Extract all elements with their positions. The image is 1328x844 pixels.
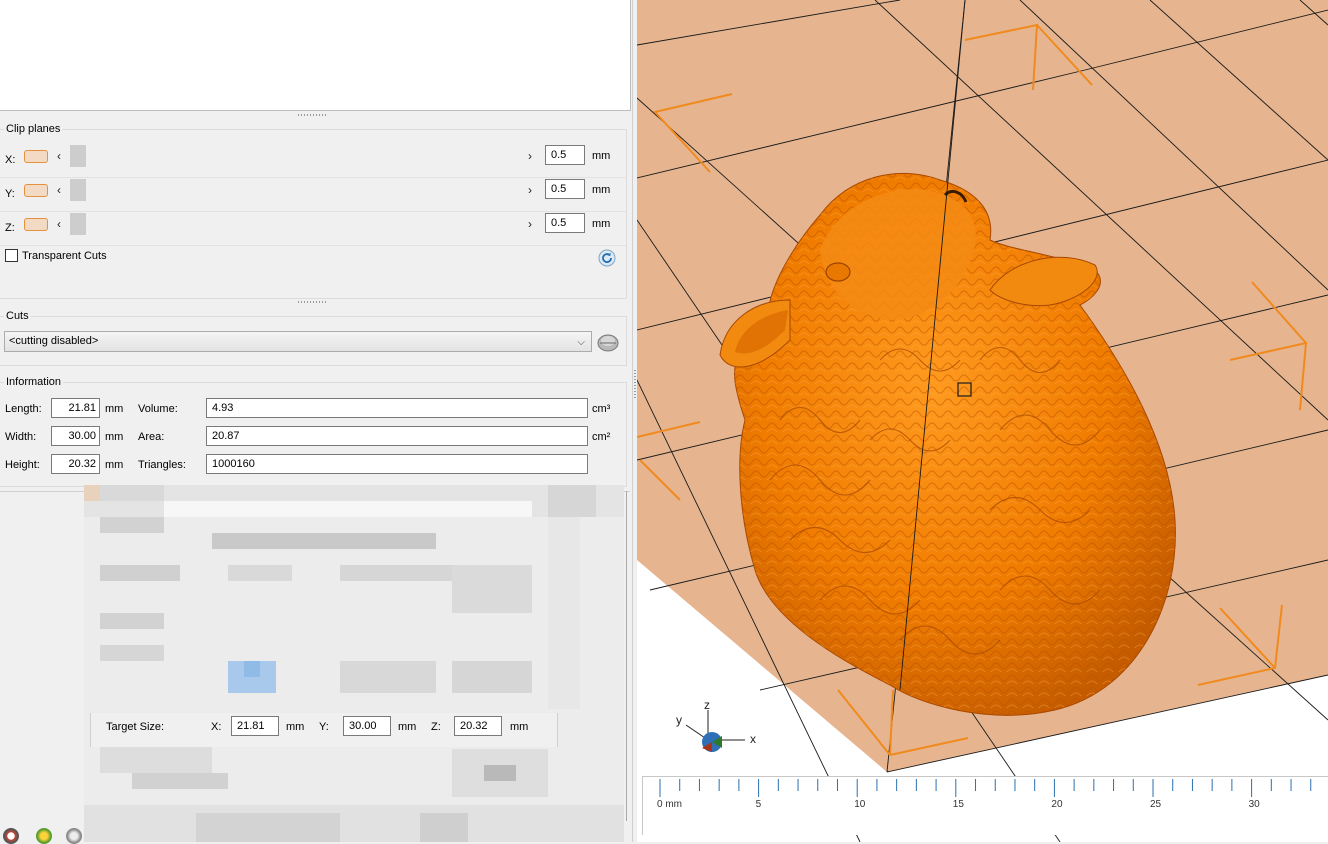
ruler-tick-label: 20: [1051, 799, 1063, 810]
unit-label: mm: [592, 184, 611, 196]
axis-x-label: x: [750, 732, 756, 746]
ruler-tick-label: 30: [1249, 799, 1261, 810]
axis-z-label: z: [704, 698, 710, 712]
width-unit: mm: [105, 431, 124, 443]
clip-planes-title: Clip planes: [4, 123, 63, 135]
area-value: 20.87: [206, 426, 588, 446]
ruler-ticks: 0 mm 5 10 15 20 25 30: [657, 779, 1312, 810]
chevron-down-icon: ⌵: [577, 337, 585, 348]
area-label: Area:: [138, 431, 165, 443]
ruler-tick-label: 25: [1150, 799, 1162, 810]
slider-thumb-z[interactable]: [70, 213, 86, 235]
target-y-label: Y:: [319, 721, 329, 733]
cuts-selected-value: <cutting disabled>: [9, 335, 99, 347]
object-list-area[interactable]: [0, 0, 631, 111]
volume-unit: cm³: [592, 403, 611, 415]
cut-tool-icon[interactable]: [596, 330, 620, 354]
clip-axis-label: X:: [5, 154, 16, 166]
cuts-title: Cuts: [4, 310, 31, 322]
left-panel: Clip planes X: ‹ › 0.5 mm Y: ‹ › 0.5 mm …: [0, 0, 632, 844]
axes-gizmo: x z y: [676, 698, 756, 752]
build-platform-scene[interactable]: x z y: [637, 0, 1328, 842]
scale-ruler: 0 mm 5 10 15 20 25 30: [642, 776, 1328, 835]
clip-axis-label: Z:: [5, 222, 15, 234]
triangles-value: 1000160: [206, 454, 588, 474]
transparent-cuts-label: Transparent Cuts: [22, 249, 107, 262]
slider-right-arrow[interactable]: ›: [528, 149, 532, 163]
checkbox-box[interactable]: [5, 249, 18, 262]
ruler-tick-label: 0 mm: [657, 799, 682, 810]
bottom-toolbar: [0, 826, 90, 844]
reset-clip-icon[interactable]: [598, 249, 616, 267]
unit-label: mm: [592, 218, 611, 230]
splitter-middle[interactable]: [0, 299, 630, 305]
area-unit: cm²: [592, 431, 611, 443]
slider-thumb-y[interactable]: [70, 179, 86, 201]
target-z-unit: mm: [510, 721, 529, 733]
target-size-label: Target Size:: [106, 721, 165, 733]
clip-toggle-y[interactable]: [24, 184, 48, 197]
clip-z-input[interactable]: 0.5: [545, 213, 585, 233]
height-label: Height:: [5, 459, 40, 471]
target-x-label: X:: [211, 721, 222, 733]
width-value: 30.00: [51, 426, 100, 446]
ruler-tick-label: 15: [953, 799, 965, 810]
clip-row-y: Y: ‹ › 0.5 mm: [0, 178, 626, 212]
axis-y-label: y: [676, 713, 682, 727]
volume-value: 4.93: [206, 398, 588, 418]
target-size-row: Target Size: X: 21.81 mm Y: 30.00 mm Z: …: [90, 713, 558, 747]
target-z-input[interactable]: 20.32: [454, 716, 502, 736]
transparent-cuts-checkbox[interactable]: Transparent Cuts: [5, 249, 107, 262]
scroll-edge: [626, 491, 627, 821]
slider-left-arrow[interactable]: ‹: [57, 183, 61, 197]
clip-x-input[interactable]: 0.5: [545, 145, 585, 165]
triangles-label: Triangles:: [138, 459, 186, 471]
volume-label: Volume:: [138, 403, 178, 415]
unit-label: mm: [592, 150, 611, 162]
clip-row-x: X: ‹ › 0.5 mm: [0, 144, 626, 178]
slider-thumb-x[interactable]: [70, 145, 86, 167]
slider-right-arrow[interactable]: ›: [528, 183, 532, 197]
target-x-input[interactable]: 21.81: [231, 716, 279, 736]
splitter-top[interactable]: [0, 112, 630, 118]
ruler-tick-label: 10: [854, 799, 866, 810]
length-label: Length:: [5, 403, 42, 415]
target-y-input[interactable]: 30.00: [343, 716, 391, 736]
clip-y-input[interactable]: 0.5: [545, 179, 585, 199]
cuts-dropdown[interactable]: <cutting disabled> ⌵: [4, 331, 592, 352]
clip-toggle-x[interactable]: [24, 150, 48, 163]
clip-row-z: Z: ‹ › 0.5 mm: [0, 212, 626, 246]
target-y-unit: mm: [398, 721, 417, 733]
slider-left-arrow[interactable]: ‹: [57, 217, 61, 231]
height-unit: mm: [105, 459, 124, 471]
length-unit: mm: [105, 403, 124, 415]
clip-toggle-z[interactable]: [24, 218, 48, 231]
pixelated-dialog: [84, 485, 624, 842]
ruler-tick-label: 5: [756, 799, 762, 810]
clip-axis-label: Y:: [5, 188, 15, 200]
3d-viewport[interactable]: x z y: [637, 0, 1328, 842]
length-value: 21.81: [51, 398, 100, 418]
slider-right-arrow[interactable]: ›: [528, 217, 532, 231]
target-z-label: Z:: [431, 721, 441, 733]
slider-left-arrow[interactable]: ‹: [57, 149, 61, 163]
target-x-unit: mm: [286, 721, 305, 733]
height-value: 20.32: [51, 454, 100, 474]
width-label: Width:: [5, 431, 37, 443]
information-title: Information: [4, 376, 64, 388]
